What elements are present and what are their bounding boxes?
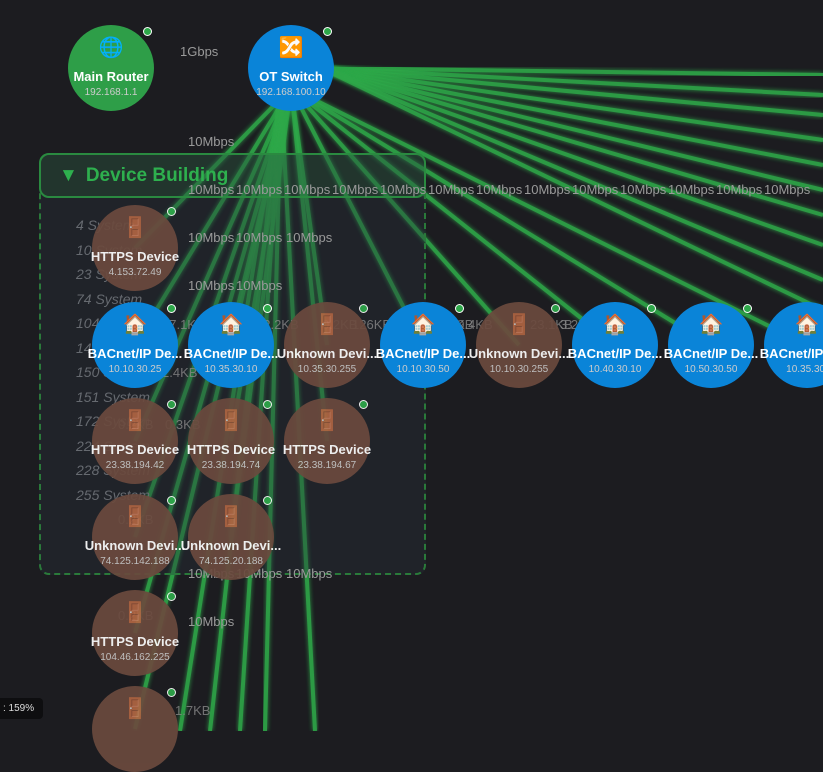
house-icon: 🏠 bbox=[698, 314, 724, 336]
edge-label: 10Mbps bbox=[524, 182, 571, 197]
door-icon: 🚪 bbox=[506, 314, 532, 336]
node-device[interactable]: 🚪 Unknown Devi... 10.35.30.255 bbox=[277, 302, 377, 388]
door-icon: 🚪 bbox=[314, 410, 340, 432]
edge-label: 10Mbps bbox=[476, 182, 523, 197]
house-icon: 🏠 bbox=[410, 314, 436, 336]
edge-label: 10Mbps bbox=[188, 182, 235, 197]
edge-label: 10Mbps bbox=[188, 278, 235, 293]
globe-icon: 🌐 bbox=[98, 37, 124, 59]
edge-label: 10Mbps bbox=[620, 182, 667, 197]
edge-label: 10Mbps bbox=[236, 182, 283, 197]
status-dot bbox=[167, 496, 176, 505]
edge-label: 10Mbps bbox=[236, 278, 283, 293]
status-dot bbox=[359, 304, 368, 313]
edge-label: 10Mbps bbox=[572, 182, 619, 197]
door-icon: 🚪 bbox=[218, 410, 244, 432]
door-icon: 🚪 bbox=[122, 506, 148, 528]
status-dot bbox=[743, 304, 752, 313]
status-dot bbox=[359, 400, 368, 409]
node-bacnet[interactable]: 🏠 BACnet/IP De... 10.35.30.10 bbox=[184, 302, 278, 388]
status-dot bbox=[167, 592, 176, 601]
node-name: HTTPS Device bbox=[282, 442, 372, 457]
node-ip: 104.46.162.225 bbox=[100, 652, 170, 663]
node-device[interactable]: 🚪 HTTPS Device 4.153.72.49 bbox=[91, 205, 179, 291]
door-icon: 🚪 bbox=[122, 698, 148, 720]
node-router[interactable]: 🌐 Main Router 192.168.1.1 bbox=[68, 25, 154, 111]
edge-label: 10Mbps bbox=[380, 182, 427, 197]
zoom-indicator: : 159% bbox=[0, 698, 44, 719]
node-bacnet[interactable]: 🏠 BACnet/IP De... 10.40.30.10 bbox=[568, 302, 662, 388]
edge-label: 10Mbps bbox=[716, 182, 763, 197]
node-device[interactable]: 🚪 HTTPS Device 23.38.194.67 bbox=[283, 398, 371, 484]
status-dot bbox=[167, 400, 176, 409]
node-device[interactable]: 🚪 bbox=[92, 686, 178, 772]
edge-label: 1Gbps bbox=[180, 44, 219, 59]
edge-label: 10Mbps bbox=[188, 614, 235, 629]
node-name: HTTPS Device bbox=[90, 634, 180, 649]
node-ip: 4.153.72.49 bbox=[108, 267, 162, 278]
node-ip: 74.125.20.188 bbox=[199, 556, 263, 567]
door-icon: 🚪 bbox=[122, 410, 148, 432]
node-name: Main Router bbox=[73, 69, 149, 84]
status-dot bbox=[263, 304, 272, 313]
node-device[interactable]: 🚪 HTTPS Device 104.46.162.225 bbox=[91, 590, 179, 676]
status-dot bbox=[167, 688, 176, 697]
door-icon: 🚪 bbox=[314, 314, 340, 336]
house-icon: 🏠 bbox=[794, 314, 820, 336]
traffic-label: 1.7KB bbox=[175, 703, 211, 718]
edge-label: 10Mbps bbox=[284, 182, 331, 197]
node-device[interactable]: 🚪 HTTPS Device 23.38.194.42 bbox=[91, 398, 179, 484]
house-icon: 🏠 bbox=[218, 314, 244, 336]
triangle-down-icon[interactable]: ▼ bbox=[59, 165, 78, 187]
status-dot bbox=[551, 304, 560, 313]
node-ip: 10.35.30. bbox=[786, 364, 823, 375]
edge-label: 10Mbps bbox=[236, 230, 283, 245]
status-dot bbox=[263, 496, 272, 505]
status-dot bbox=[167, 304, 176, 313]
edge-label: 10Mbps bbox=[428, 182, 475, 197]
edge-label: 10Mbps bbox=[188, 134, 235, 149]
status-dot bbox=[263, 400, 272, 409]
status-dot bbox=[323, 27, 332, 36]
node-name: Unknown Devi... bbox=[180, 538, 282, 553]
node-switch[interactable]: 🔀 OT Switch 192.168.100.10 bbox=[248, 25, 334, 111]
node-ip: 192.168.1.1 bbox=[84, 87, 138, 98]
edge-label: 10Mbps bbox=[286, 230, 333, 245]
door-icon: 🚪 bbox=[122, 602, 148, 624]
edge-label: 10Mbps bbox=[764, 182, 811, 197]
node-name: OT Switch bbox=[259, 69, 323, 84]
status-dot bbox=[647, 304, 656, 313]
house-icon: 🏠 bbox=[602, 314, 628, 336]
node-ip: 23.38.194.67 bbox=[297, 460, 357, 471]
node-name: BACnet/IP De... bbox=[759, 346, 823, 361]
node-name: HTTPS Device bbox=[90, 249, 180, 264]
edge-label: 10Mbps bbox=[286, 566, 333, 581]
node-device[interactable]: 🚪 HTTPS Device 23.38.194.74 bbox=[187, 398, 275, 484]
edge-label: 10Mbps bbox=[188, 230, 235, 245]
edge-label: 10Mbps bbox=[668, 182, 715, 197]
status-dot bbox=[143, 27, 152, 36]
door-icon: 🚪 bbox=[122, 217, 148, 239]
node-ip: 192.168.100.10 bbox=[256, 87, 326, 98]
status-dot bbox=[167, 207, 176, 216]
house-icon: 🏠 bbox=[122, 314, 148, 336]
node-device[interactable]: 🚪 Unknown Devi... 10.10.30.255 bbox=[469, 302, 569, 388]
shuffle-icon: 🔀 bbox=[278, 37, 304, 59]
node-device[interactable]: 🚪 Unknown Devi... 74.125.20.188 bbox=[181, 494, 281, 580]
node-bacnet[interactable]: 🏠 BACnet/IP De... 10.10.30.25 bbox=[88, 302, 182, 388]
node-bacnet[interactable]: 🏠 BACnet/IP De... 10.10.30.50 bbox=[376, 302, 470, 388]
node-bacnet[interactable]: 🏠 BACnet/IP De... 10.50.30.50 bbox=[664, 302, 758, 388]
status-dot bbox=[455, 304, 464, 313]
edge-label: 10Mbps bbox=[332, 182, 379, 197]
node-device[interactable]: 🚪 Unknown Devi... 74.125.142.188 bbox=[85, 494, 185, 580]
door-icon: 🚪 bbox=[218, 506, 244, 528]
